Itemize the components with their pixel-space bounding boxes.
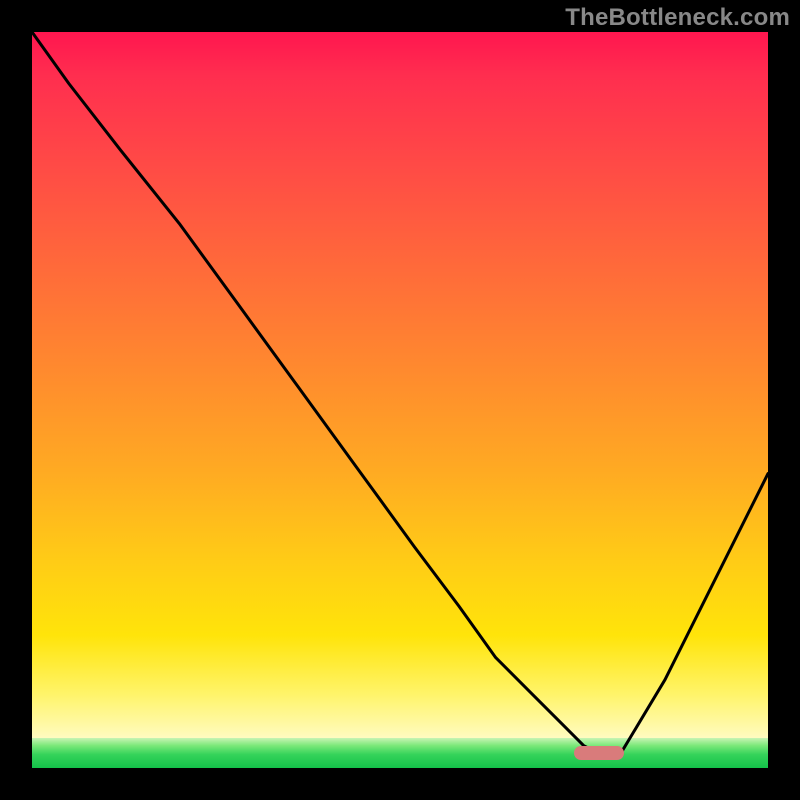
bottleneck-curve [32, 32, 768, 768]
plot-area [32, 32, 768, 768]
watermark-text: TheBottleneck.com [565, 4, 790, 32]
optimal-marker [574, 746, 624, 760]
chart-frame: TheBottleneck.com [0, 0, 800, 800]
